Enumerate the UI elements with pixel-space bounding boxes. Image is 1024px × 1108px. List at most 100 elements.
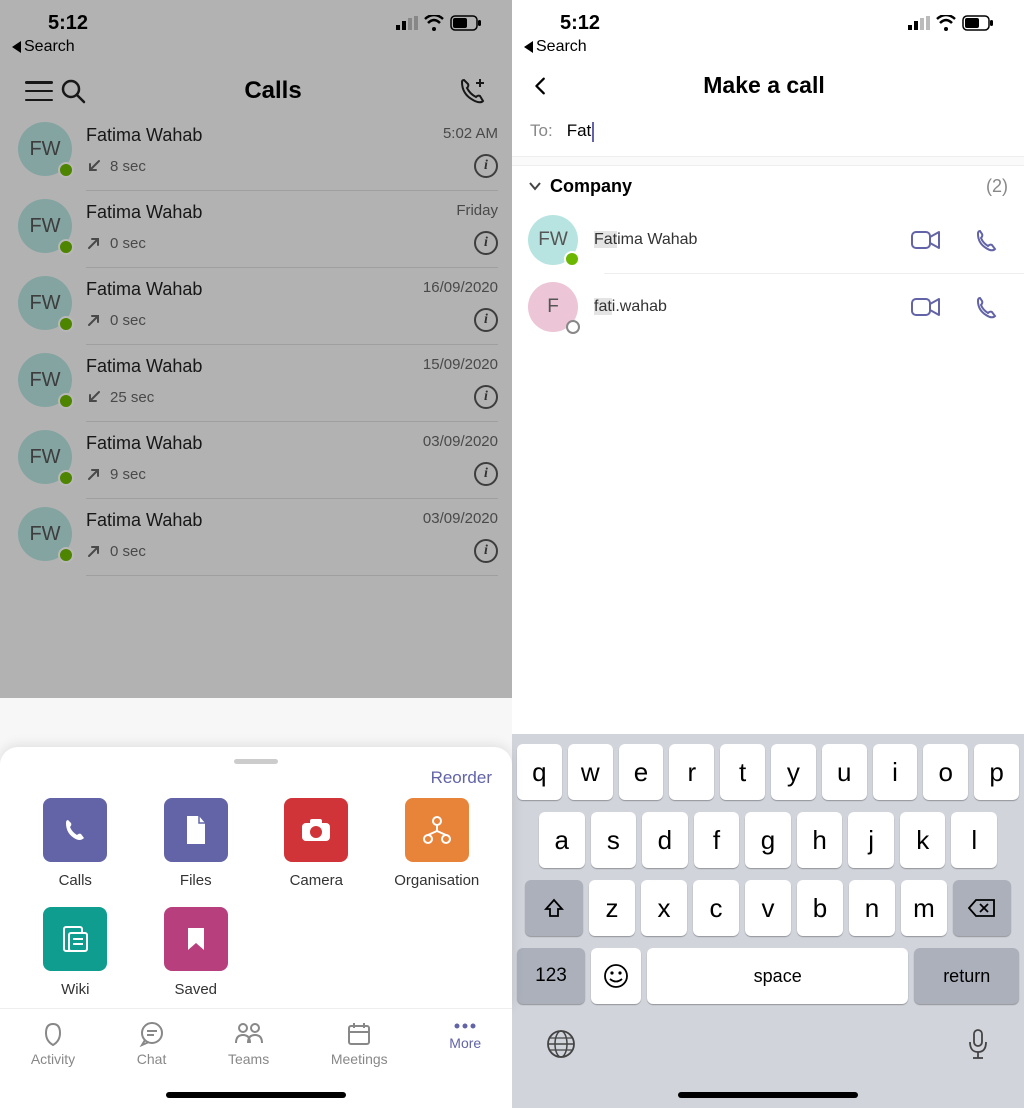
shift-key[interactable] bbox=[525, 880, 583, 936]
file-icon bbox=[164, 798, 228, 862]
key-h[interactable]: h bbox=[797, 812, 843, 868]
key-d[interactable]: d bbox=[642, 812, 688, 868]
tab-icon bbox=[139, 1021, 165, 1047]
calls-header: Calls bbox=[0, 64, 512, 114]
home-indicator[interactable] bbox=[166, 1092, 346, 1098]
key-w[interactable]: w bbox=[568, 744, 613, 800]
globe-key[interactable] bbox=[545, 1028, 577, 1060]
numbers-key[interactable]: 123 bbox=[517, 948, 585, 1004]
avatar: FW bbox=[18, 507, 72, 561]
to-input[interactable]: Fat bbox=[567, 121, 594, 142]
call-row[interactable]: FW Fatima Wahab03/09/2020 9 sec i bbox=[0, 422, 512, 499]
tab-more[interactable]: More bbox=[449, 1021, 481, 1051]
info-button[interactable]: i bbox=[474, 385, 498, 409]
key-n[interactable]: n bbox=[849, 880, 895, 936]
camera-icon bbox=[284, 798, 348, 862]
battery-icon bbox=[450, 15, 482, 31]
emoji-key[interactable] bbox=[591, 948, 641, 1004]
app-tile-saved[interactable]: Saved bbox=[141, 907, 252, 998]
key-i[interactable]: i bbox=[873, 744, 918, 800]
app-grid: Calls Files Camera Organisation Wiki Sav… bbox=[20, 798, 492, 998]
key-l[interactable]: l bbox=[951, 812, 997, 868]
avatar: F bbox=[528, 282, 578, 332]
search-button[interactable] bbox=[56, 74, 90, 108]
key-q[interactable]: q bbox=[517, 744, 562, 800]
video-call-button[interactable] bbox=[904, 285, 948, 329]
sheet-handle[interactable] bbox=[234, 759, 278, 764]
back-search[interactable]: Search bbox=[512, 36, 1024, 64]
info-button[interactable]: i bbox=[474, 539, 498, 563]
call-list[interactable]: FW Fatima Wahab5:02 AM 8 sec i FW Fatima… bbox=[0, 114, 512, 576]
key-e[interactable]: e bbox=[619, 744, 664, 800]
audio-call-button[interactable] bbox=[964, 285, 1008, 329]
app-tile-files[interactable]: Files bbox=[141, 798, 252, 889]
key-s[interactable]: s bbox=[591, 812, 637, 868]
call-row[interactable]: FW Fatima Wahab03/09/2020 0 sec i bbox=[0, 499, 512, 576]
return-key[interactable]: return bbox=[914, 948, 1019, 1004]
key-j[interactable]: j bbox=[848, 812, 894, 868]
key-f[interactable]: f bbox=[694, 812, 740, 868]
avatar: FW bbox=[18, 122, 72, 176]
avatar: FW bbox=[18, 353, 72, 407]
reorder-button[interactable]: Reorder bbox=[20, 768, 492, 788]
app-tile-wiki[interactable]: Wiki bbox=[20, 907, 131, 998]
key-k[interactable]: k bbox=[900, 812, 946, 868]
key-c[interactable]: c bbox=[693, 880, 739, 936]
back-label: Search bbox=[536, 38, 587, 56]
app-label: Camera bbox=[290, 872, 343, 889]
tab-label: More bbox=[449, 1035, 481, 1051]
back-search[interactable]: Search bbox=[0, 36, 512, 64]
key-z[interactable]: z bbox=[589, 880, 635, 936]
info-button[interactable]: i bbox=[474, 308, 498, 332]
info-button[interactable]: i bbox=[474, 231, 498, 255]
audio-call-button[interactable] bbox=[964, 218, 1008, 262]
call-row[interactable]: FW Fatima WahabFriday 0 sec i bbox=[0, 191, 512, 268]
new-call-button[interactable] bbox=[456, 74, 490, 108]
avatar: FW bbox=[18, 276, 72, 330]
call-time: 03/09/2020 bbox=[423, 433, 498, 454]
presence-badge bbox=[58, 393, 74, 409]
tab-meetings[interactable]: Meetings bbox=[331, 1021, 388, 1067]
app-tile-organisation[interactable]: Organisation bbox=[382, 798, 493, 889]
key-x[interactable]: x bbox=[641, 880, 687, 936]
app-tile-calls[interactable]: Calls bbox=[20, 798, 131, 889]
key-u[interactable]: u bbox=[822, 744, 867, 800]
info-button[interactable]: i bbox=[474, 154, 498, 178]
key-m[interactable]: m bbox=[901, 880, 947, 936]
call-row[interactable]: FW Fatima Wahab16/09/2020 0 sec i bbox=[0, 268, 512, 345]
video-call-button[interactable] bbox=[904, 218, 948, 262]
backspace-key[interactable] bbox=[953, 880, 1011, 936]
tab-teams[interactable]: Teams bbox=[228, 1021, 269, 1067]
key-a[interactable]: a bbox=[539, 812, 585, 868]
menu-button[interactable] bbox=[22, 74, 56, 108]
key-p[interactable]: p bbox=[974, 744, 1019, 800]
bookmark-icon bbox=[164, 907, 228, 971]
key-b[interactable]: b bbox=[797, 880, 843, 936]
back-triangle-icon bbox=[12, 41, 21, 53]
space-key[interactable]: space bbox=[647, 948, 908, 1004]
tab-activity[interactable]: Activity bbox=[31, 1021, 75, 1067]
mic-key[interactable] bbox=[965, 1028, 991, 1062]
make-call-screen: 5:12 Search Make a call To: Fat Company … bbox=[512, 0, 1024, 1108]
group-header-company[interactable]: Company (2) bbox=[512, 166, 1024, 207]
tab-chat[interactable]: Chat bbox=[137, 1021, 167, 1067]
key-y[interactable]: y bbox=[771, 744, 816, 800]
battery-icon bbox=[962, 15, 994, 31]
page-title: Make a call bbox=[522, 72, 1006, 99]
info-button[interactable]: i bbox=[474, 462, 498, 486]
key-o[interactable]: o bbox=[923, 744, 968, 800]
contact-result[interactable]: FW Fatima Wahab bbox=[512, 207, 1024, 273]
contact-result[interactable]: F fati.wahab bbox=[512, 274, 1024, 340]
to-row: To: Fat bbox=[512, 107, 1024, 156]
key-r[interactable]: r bbox=[669, 744, 714, 800]
presence-badge bbox=[58, 547, 74, 563]
app-tile-camera[interactable]: Camera bbox=[261, 798, 372, 889]
presence-badge bbox=[58, 162, 74, 178]
key-t[interactable]: t bbox=[720, 744, 765, 800]
key-v[interactable]: v bbox=[745, 880, 791, 936]
call-row[interactable]: FW Fatima Wahab5:02 AM 8 sec i bbox=[0, 114, 512, 191]
home-indicator[interactable] bbox=[678, 1092, 858, 1098]
call-row[interactable]: FW Fatima Wahab15/09/2020 25 sec i bbox=[0, 345, 512, 422]
key-g[interactable]: g bbox=[745, 812, 791, 868]
call-time: 5:02 AM bbox=[443, 125, 498, 146]
